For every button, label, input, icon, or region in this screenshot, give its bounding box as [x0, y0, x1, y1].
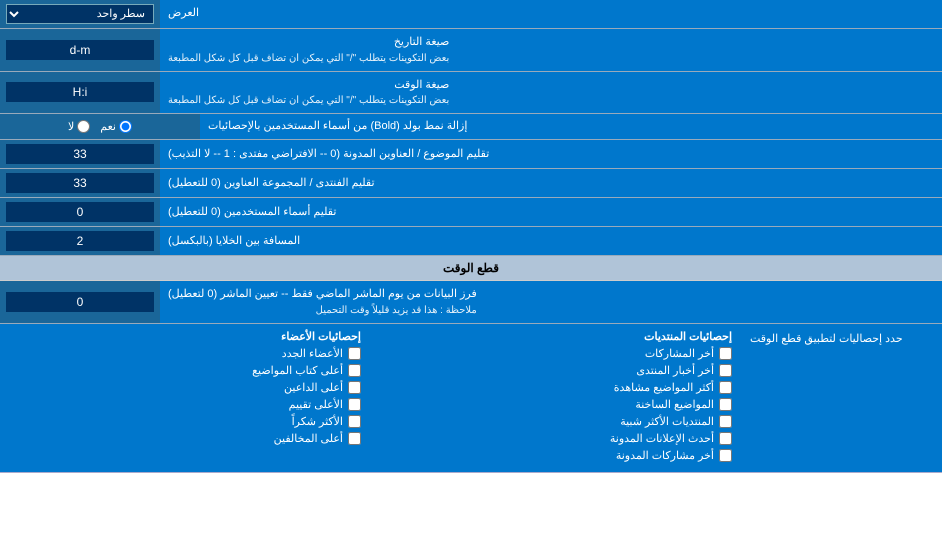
- cutoff-sub: ملاحظة : هذا قد يزيد قليلاً وقت التحميل: [168, 303, 477, 318]
- checkbox-item-blog-posts: أخر مشاركات المدونة: [381, 449, 732, 462]
- checkbox-section: حدد إحصاليات لتطبيق قطع الوقت إحصائيات ا…: [0, 324, 942, 473]
- forum-stats-col: إحصائيات المنتديات أخر المشاركات أخر أخب…: [371, 324, 742, 472]
- checkbox-most-thanked[interactable]: [348, 415, 361, 428]
- usernames-trim-input-cell: [0, 198, 160, 226]
- checkbox-top-rated[interactable]: [348, 398, 361, 411]
- cell-spacing-text: المسافة بين الخلايا (بالبكسل): [168, 234, 300, 249]
- checkbox-item-top-infracted: أعلى المخالفين: [10, 432, 361, 445]
- bold-stats-text: إزالة نمط بولد (Bold) من أسماء المستخدمي…: [208, 119, 467, 134]
- date-format-sub: بعض التكوينات يتطلب "/" التي يمكن ان تضا…: [168, 51, 449, 66]
- usernames-trim-text: تقليم أسماء المستخدمين (0 للتعطيل): [168, 205, 336, 220]
- label-last-posts: أخر المشاركات: [645, 347, 714, 360]
- checkbox-blog-posts[interactable]: [719, 449, 732, 462]
- checkbox-item-hot-topics: المواضيع الساخنة: [381, 398, 732, 411]
- checkbox-latest-blogs[interactable]: [719, 432, 732, 445]
- label-top-referrers: أعلى الداعين: [284, 381, 343, 394]
- checkbox-hot-topics[interactable]: [719, 398, 732, 411]
- checkbox-item-top-referrers: أعلى الداعين: [10, 381, 361, 394]
- checkbox-item-latest-blogs: أحدث الإعلانات المدونة: [381, 432, 732, 445]
- topic-titles-label: تقليم الموضوع / العناوين المدونة (0 -- ا…: [160, 140, 942, 168]
- label-latest-blogs: أحدث الإعلانات المدونة: [610, 432, 714, 445]
- checkbox-forum-news[interactable]: [719, 364, 732, 377]
- date-format-input[interactable]: [6, 40, 154, 60]
- forum-titles-row: تقليم الفنتدى / المجموعة العناوين (0 للت…: [0, 169, 942, 198]
- date-format-label: صيغة التاريخ بعض التكوينات يتطلب "/" الت…: [160, 29, 942, 71]
- checkbox-item-top-rated: الأعلى تقييم: [10, 398, 361, 411]
- stats-cutoff-label-col: حدد إحصاليات لتطبيق قطع الوقت: [742, 324, 942, 472]
- bold-stats-no-radio[interactable]: [77, 120, 90, 133]
- member-stats-title: إحصائيات الأعضاء: [10, 330, 361, 343]
- forum-titles-label: تقليم الفنتدى / المجموعة العناوين (0 للت…: [160, 169, 942, 197]
- usernames-trim-row: تقليم أسماء المستخدمين (0 للتعطيل): [0, 198, 942, 227]
- topic-titles-text: تقليم الموضوع / العناوين المدونة (0 -- ا…: [168, 147, 489, 162]
- checkbox-item-most-viewed: أكثر المواضيع مشاهدة: [381, 381, 732, 394]
- member-stats-col: إحصائيات الأعضاء الأعضاء الجدد أعلى كتاب…: [0, 324, 371, 472]
- bold-stats-no-label: لا: [68, 120, 90, 133]
- date-format-main: صيغة التاريخ: [168, 34, 449, 51]
- label-new-members: الأعضاء الجدد: [282, 347, 343, 360]
- display-mode-text: العرض: [168, 6, 199, 21]
- checkbox-item-new-members: الأعضاء الجدد: [10, 347, 361, 360]
- date-format-row: صيغة التاريخ بعض التكوينات يتطلب "/" الت…: [0, 29, 942, 72]
- checkbox-most-forums[interactable]: [719, 415, 732, 428]
- forum-titles-input[interactable]: [6, 173, 154, 193]
- cutoff-row: فرز البيانات من يوم الماشر الماضي فقط --…: [0, 281, 942, 324]
- topic-titles-input[interactable]: [6, 144, 154, 164]
- display-mode-input-cell: سطر واحد سطران ثلاثة أسطر: [0, 0, 160, 28]
- bold-stats-label: إزالة نمط بولد (Bold) من أسماء المستخدمي…: [200, 114, 942, 139]
- cutoff-label: فرز البيانات من يوم الماشر الماضي فقط --…: [160, 281, 942, 323]
- display-mode-select[interactable]: سطر واحد سطران ثلاثة أسطر: [6, 4, 154, 24]
- checkbox-new-members[interactable]: [348, 347, 361, 360]
- date-format-input-cell: [0, 29, 160, 71]
- forum-titles-input-cell: [0, 169, 160, 197]
- cutoff-section-title: قطع الوقت: [443, 261, 499, 275]
- label-most-thanked: الأكثر شكراً: [292, 415, 343, 428]
- time-format-row: صيغة الوقت بعض التكوينات يتطلب "/" التي …: [0, 72, 942, 115]
- bold-stats-row: إزالة نمط بولد (Bold) من أسماء المستخدمي…: [0, 114, 942, 140]
- cell-spacing-row: المسافة بين الخلايا (بالبكسل): [0, 227, 942, 256]
- checkbox-top-posters[interactable]: [348, 364, 361, 377]
- checkbox-item-last-posts: أخر المشاركات: [381, 347, 732, 360]
- label-most-forums: المنتديات الأكثر شبية: [620, 415, 714, 428]
- cutoff-input-cell: [0, 281, 160, 323]
- cutoff-section-header: قطع الوقت: [0, 256, 942, 281]
- cell-spacing-label: المسافة بين الخلايا (بالبكسل): [160, 227, 942, 255]
- label-forum-news: أخر أخبار المنتدى: [636, 364, 714, 377]
- checkbox-top-infracted[interactable]: [348, 432, 361, 445]
- checkbox-most-viewed[interactable]: [719, 381, 732, 394]
- usernames-trim-input[interactable]: [6, 202, 154, 222]
- label-blog-posts: أخر مشاركات المدونة: [616, 449, 714, 462]
- cell-spacing-input[interactable]: [6, 231, 154, 251]
- bold-stats-yes-label: نعم: [100, 120, 132, 133]
- cell-spacing-input-cell: [0, 227, 160, 255]
- topic-titles-input-cell: [0, 140, 160, 168]
- bold-stats-yes-radio[interactable]: [119, 120, 132, 133]
- display-mode-label: display-mode العرض: [160, 0, 942, 28]
- checkbox-top-referrers[interactable]: [348, 381, 361, 394]
- usernames-trim-label: تقليم أسماء المستخدمين (0 للتعطيل): [160, 198, 942, 226]
- time-format-input[interactable]: [6, 82, 154, 102]
- stats-cutoff-label: حدد إحصاليات لتطبيق قطع الوقت: [750, 332, 903, 345]
- cutoff-input[interactable]: [6, 292, 154, 312]
- topic-titles-row: تقليم الموضوع / العناوين المدونة (0 -- ا…: [0, 140, 942, 169]
- cutoff-main: فرز البيانات من يوم الماشر الماضي فقط --…: [168, 286, 477, 303]
- forum-titles-text: تقليم الفنتدى / المجموعة العناوين (0 للت…: [168, 176, 375, 191]
- label-hot-topics: المواضيع الساخنة: [635, 398, 714, 411]
- checkbox-item-most-thanked: الأكثر شكراً: [10, 415, 361, 428]
- checkbox-item-top-posters: أعلى كتاب المواضيع: [10, 364, 361, 377]
- time-format-input-cell: [0, 72, 160, 114]
- forum-stats-title: إحصائيات المنتديات: [381, 330, 732, 343]
- display-mode-row: display-mode العرض سطر واحد سطران ثلاثة …: [0, 0, 942, 29]
- label-top-rated: الأعلى تقييم: [289, 398, 343, 411]
- label-top-posters: أعلى كتاب المواضيع: [252, 364, 343, 377]
- time-format-sub: بعض التكوينات يتطلب "/" التي يمكن ان تضا…: [168, 93, 449, 108]
- bold-stats-radio-cell: نعم لا: [0, 114, 200, 139]
- checkbox-item-forum-news: أخر أخبار المنتدى: [381, 364, 732, 377]
- checkbox-item-most-forums: المنتديات الأكثر شبية: [381, 415, 732, 428]
- checkbox-last-posts[interactable]: [719, 347, 732, 360]
- label-top-infracted: أعلى المخالفين: [274, 432, 343, 445]
- time-format-main: صيغة الوقت: [168, 77, 449, 94]
- time-format-label: صيغة الوقت بعض التكوينات يتطلب "/" التي …: [160, 72, 942, 114]
- label-most-viewed: أكثر المواضيع مشاهدة: [614, 381, 714, 394]
